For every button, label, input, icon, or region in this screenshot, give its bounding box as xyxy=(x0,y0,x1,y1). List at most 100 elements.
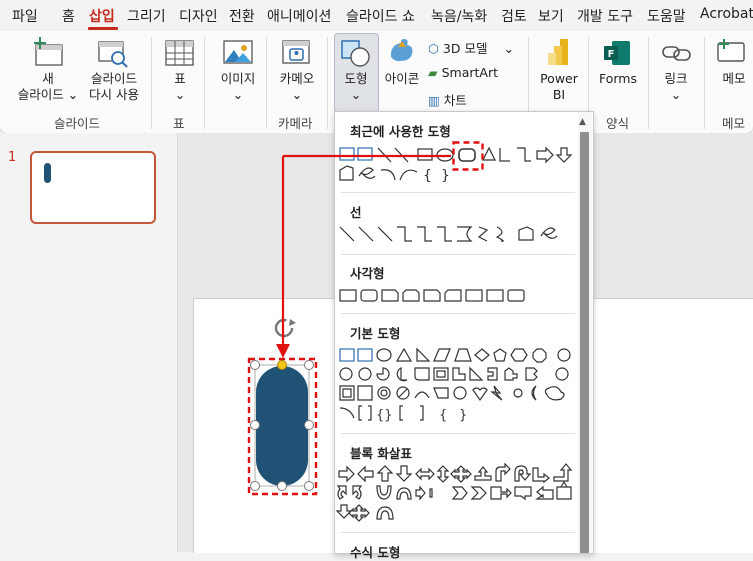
chart-icon: ▥ xyxy=(428,93,440,108)
table-icon xyxy=(165,40,194,66)
rotate-handle-icon[interactable] xyxy=(274,318,296,338)
scrollbar-thumb[interactable] xyxy=(580,132,589,553)
tab-animations[interactable]: 애니메이션 xyxy=(267,6,331,26)
table-button[interactable]: 표 ⌄ xyxy=(160,71,200,103)
chart-button[interactable]: ▥ 차트 xyxy=(428,90,467,109)
new-slide-label-2: 슬라이드 ⌄ xyxy=(17,87,79,102)
power-bi-button[interactable]: Power BI xyxy=(534,71,584,103)
reuse-slide-label-2: 다시 사용 xyxy=(89,87,139,102)
block-arrow-shapes-row2[interactable] xyxy=(336,480,572,501)
chevron-down-icon: ⌄ xyxy=(174,87,186,102)
tab-developer[interactable]: 개발 도구 xyxy=(577,6,633,26)
icons-icon xyxy=(390,39,413,62)
basic-shapes-row3[interactable] xyxy=(339,385,565,402)
image-icon xyxy=(223,40,253,64)
svg-text:{: { xyxy=(423,168,432,184)
menu-bar: 파일 홈 삽입 그리기 디자인 전환 애니메이션 슬라이드 쇼 녹음/녹화 검토… xyxy=(0,0,753,31)
power-bi-icon xyxy=(548,39,568,65)
chevron-down-icon: ⌄ xyxy=(670,87,682,102)
tab-review[interactable]: 검토 xyxy=(501,6,527,26)
ribbon-separator xyxy=(266,37,267,129)
power-bi-label-1: Power xyxy=(540,71,578,86)
ribbon-separator xyxy=(704,37,705,129)
scroll-up-icon[interactable]: ▲ xyxy=(579,117,586,127)
comment-label: 메모 xyxy=(722,71,746,86)
tab-home[interactable]: 홈 xyxy=(62,6,75,26)
chart-label: 차트 xyxy=(443,93,467,108)
svg-text:}: } xyxy=(459,408,467,423)
tab-view[interactable]: 보기 xyxy=(538,6,564,26)
tab-design[interactable]: 디자인 xyxy=(179,6,218,26)
reuse-slide-button[interactable]: 슬라이드 다시 사용 xyxy=(80,71,148,103)
3d-model-label: 3D 모델 xyxy=(442,41,488,56)
tab-draw[interactable]: 그리기 xyxy=(127,6,166,26)
group-label-camera: 카메라 xyxy=(278,116,313,131)
rounded-rectangle-shape[interactable] xyxy=(256,366,308,486)
svg-text:F: F xyxy=(608,49,615,60)
smartart-button[interactable]: ▰ SmartArt xyxy=(428,65,498,80)
reuse-slide-label-1: 슬라이드 xyxy=(90,71,137,86)
tab-slideshow[interactable]: 슬라이드 쇼 xyxy=(346,6,415,26)
image-button[interactable]: 이미지 ⌄ xyxy=(212,71,264,103)
tab-file[interactable]: 파일 xyxy=(12,6,38,26)
shape-gallery[interactable]: { } {} {} xyxy=(335,112,577,553)
group-label-form: 양식 xyxy=(606,116,630,131)
group-label-comments: 메모 xyxy=(722,116,746,131)
basic-shapes-row4[interactable]: {} { } xyxy=(339,405,467,423)
smartart-label: SmartArt xyxy=(441,65,499,80)
basic-shapes[interactable] xyxy=(339,347,571,363)
rectangle-shapes[interactable] xyxy=(339,289,525,302)
ribbon-separator xyxy=(151,37,152,129)
new-slide-label-1: 새 xyxy=(42,71,54,86)
selected-shape-group[interactable] xyxy=(240,315,330,500)
shapes-button[interactable]: 도형 ⌄ xyxy=(334,71,378,103)
tab-transitions[interactable]: 전환 xyxy=(229,6,255,26)
comment-icon xyxy=(717,39,745,62)
link-button[interactable]: 링크 ⌄ xyxy=(654,71,698,103)
forms-button[interactable]: Forms xyxy=(594,71,642,87)
adjustment-handle[interactable] xyxy=(277,360,287,370)
3d-model-button[interactable]: ⬡ 3D 모델 ⌄ xyxy=(428,38,514,57)
shapes-icon xyxy=(341,40,370,67)
slide-number: 1 xyxy=(8,150,17,165)
ribbon-separator xyxy=(204,37,205,129)
chevron-down-icon: ⌄ xyxy=(350,87,362,102)
reuse-slide-icon xyxy=(98,41,128,68)
line-shapes[interactable] xyxy=(339,226,558,242)
group-label-tables: 표 xyxy=(173,116,185,131)
recent-shapes-row2[interactable]: { } xyxy=(339,165,450,184)
link-label: 링크 xyxy=(664,71,688,86)
thumbnail-shape xyxy=(44,163,51,183)
tab-recording[interactable]: 녹음/녹화 xyxy=(431,6,487,26)
block-arrow-shapes[interactable] xyxy=(338,462,573,484)
smartart-icon: ▰ xyxy=(428,65,438,80)
link-icon xyxy=(662,46,691,61)
active-tab-indicator xyxy=(88,27,118,30)
icons-label: 아이콘 xyxy=(384,71,420,86)
ribbon-separator xyxy=(648,37,649,129)
callout-highlight-box xyxy=(452,141,484,171)
cameo-button[interactable]: 카메오 ⌄ xyxy=(272,71,322,103)
group-label-slides: 슬라이드 xyxy=(54,116,101,131)
power-bi-label-2: BI xyxy=(552,87,566,102)
table-label: 표 xyxy=(174,71,186,86)
comment-button[interactable]: 메모 xyxy=(712,71,753,87)
new-slide-button[interactable]: 새 슬라이드 ⌄ xyxy=(14,71,82,103)
new-slide-icon xyxy=(34,37,63,66)
tab-insert[interactable]: 삽입 xyxy=(89,6,115,26)
svg-text:{: { xyxy=(439,408,447,423)
shapes-dropdown: ▲ 최근에 사용한 도형 선 사각형 기본 도형 블록 화살표 수식 도형 {… xyxy=(334,111,594,560)
forms-icon: F xyxy=(604,41,630,65)
chevron-down-icon: ⌄ xyxy=(503,41,514,56)
tab-acrobat[interactable]: Acrobat xyxy=(700,6,753,22)
ribbon-separator xyxy=(327,37,328,129)
icons-button[interactable]: 아이콘 xyxy=(377,71,427,87)
block-arrow-shapes-row3[interactable] xyxy=(335,504,394,522)
basic-shapes-row2[interactable] xyxy=(339,366,569,382)
slide-thumbnail[interactable] xyxy=(30,151,156,224)
svg-text:}: } xyxy=(441,168,450,184)
svg-text:{}: {} xyxy=(376,408,393,423)
shapes-label: 도형 xyxy=(344,71,368,86)
tab-help[interactable]: 도움말 xyxy=(647,6,686,26)
chevron-down-icon: ⌄ xyxy=(232,87,244,102)
